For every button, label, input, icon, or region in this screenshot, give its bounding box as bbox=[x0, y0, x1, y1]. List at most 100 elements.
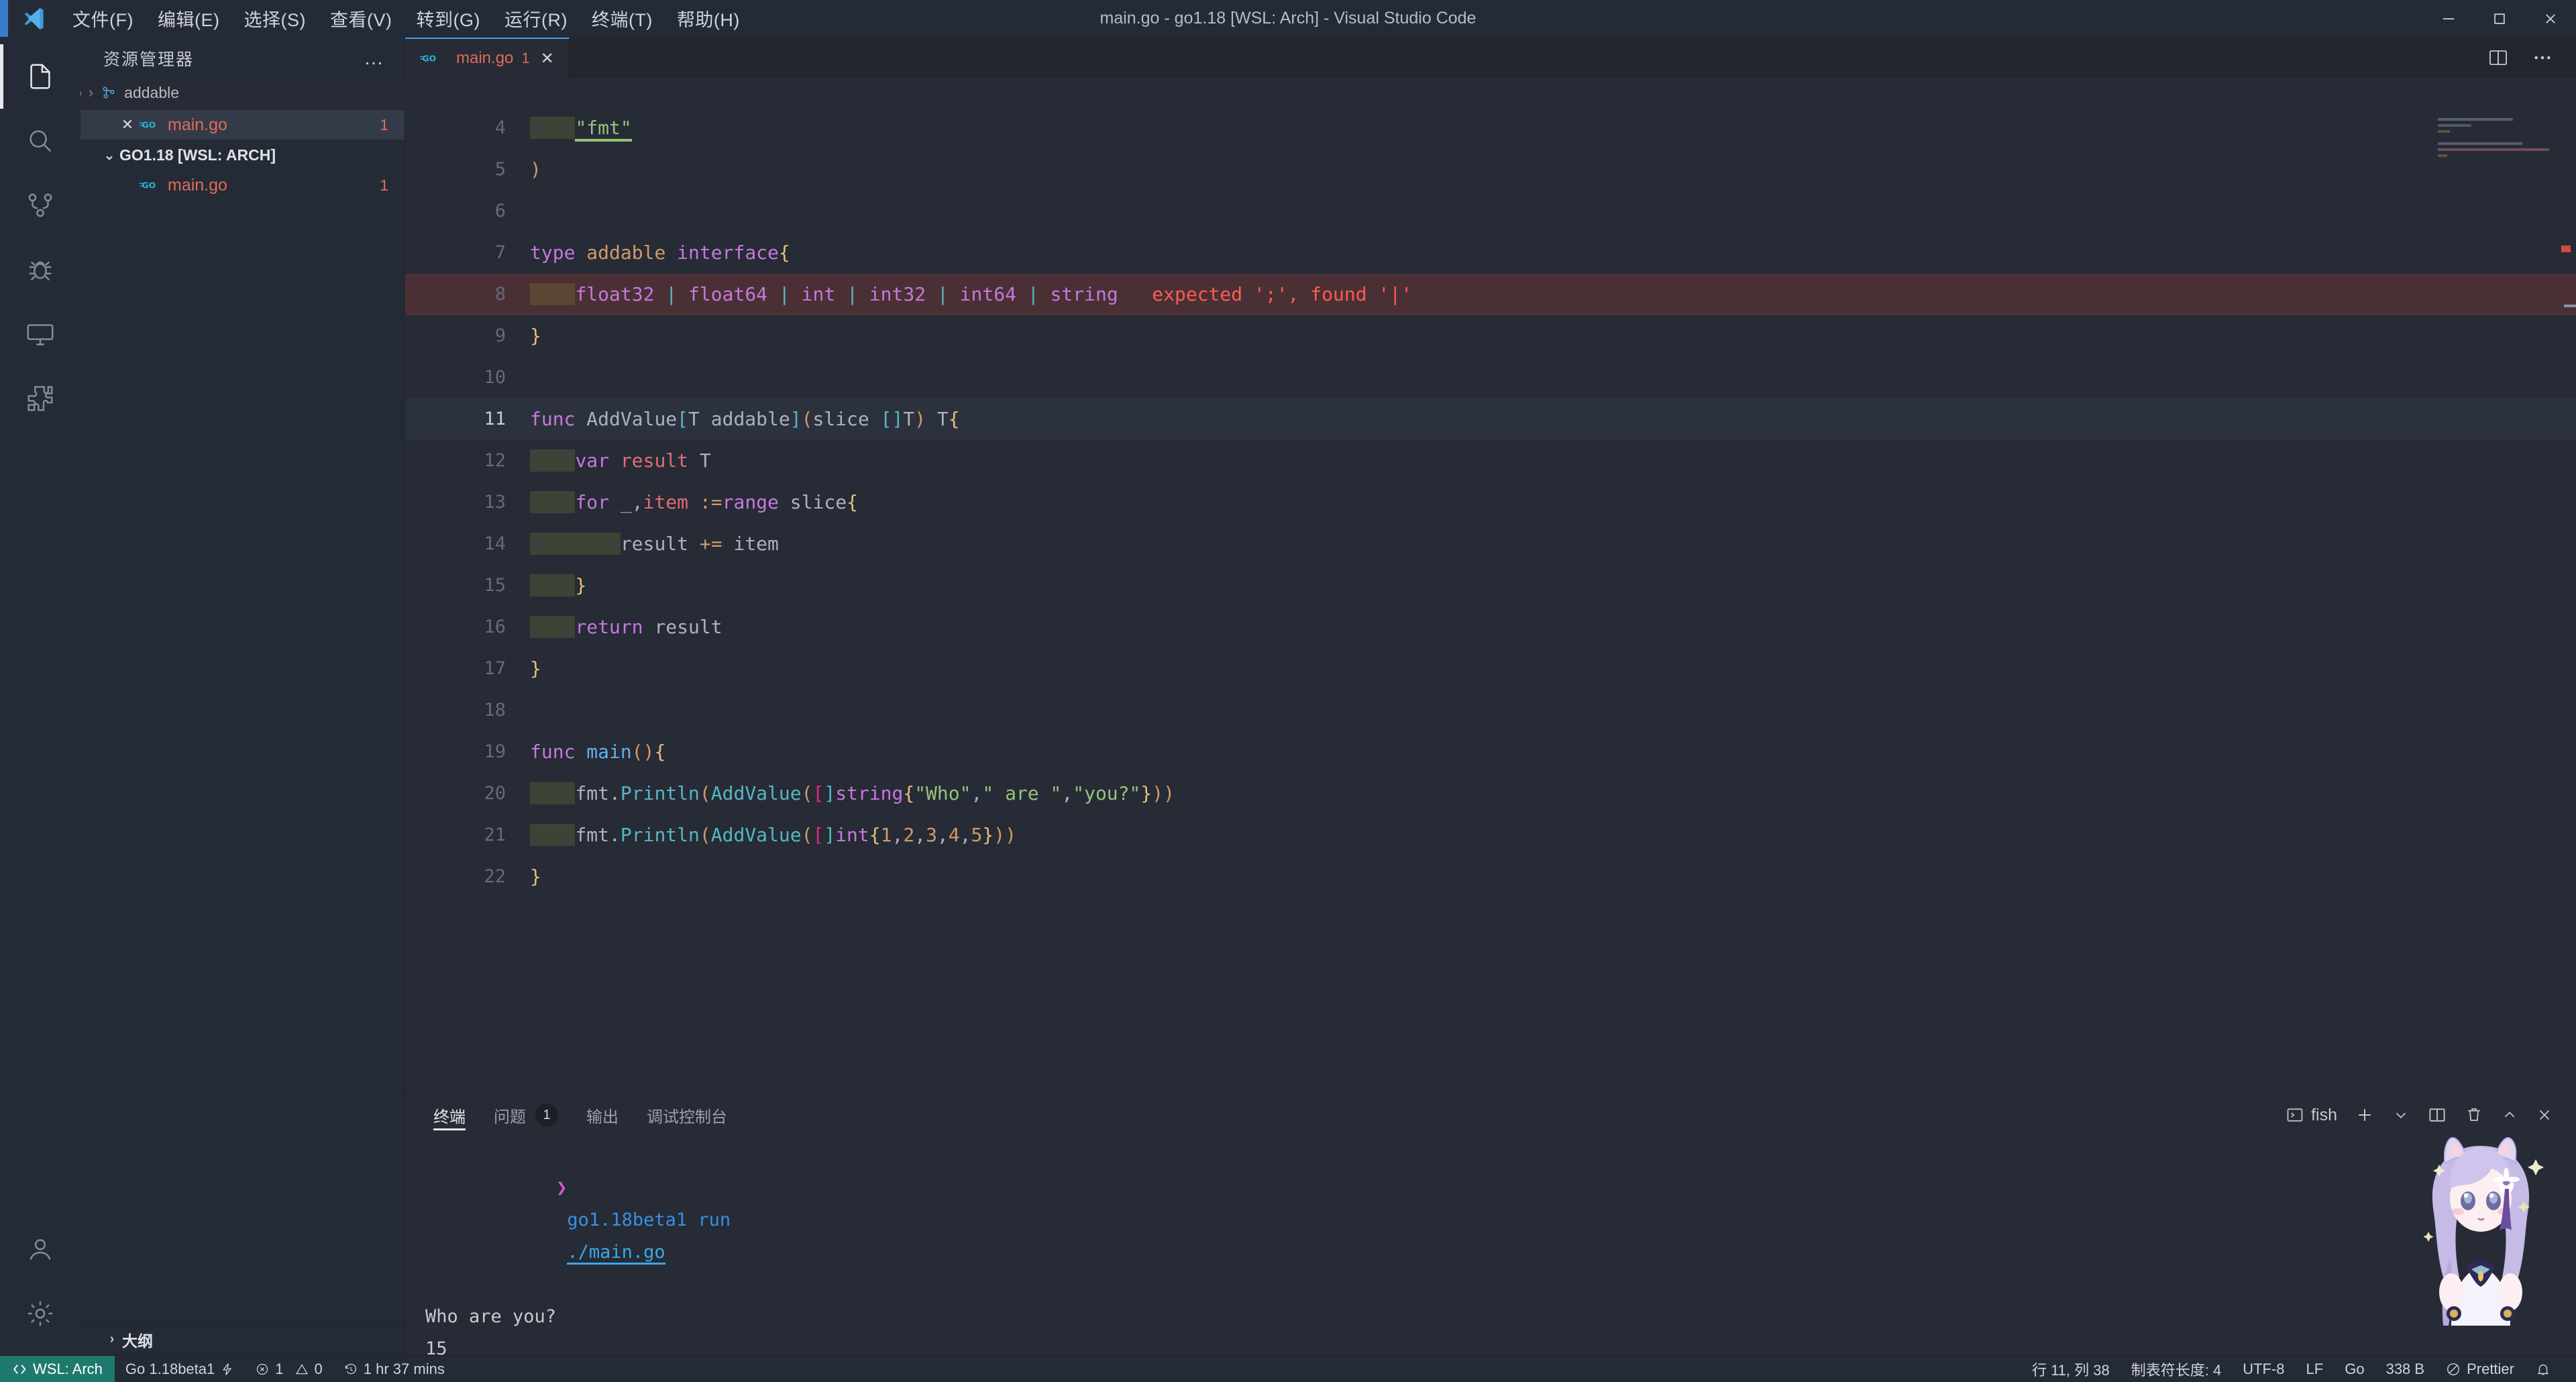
problems-badge: 1 bbox=[535, 1104, 558, 1126]
section-header-outline[interactable]: › 大纲 bbox=[80, 1323, 405, 1355]
terminal-prompt-glyph: ❯ bbox=[556, 1177, 568, 1198]
status-go-version[interactable]: Go 1.18beta1 bbox=[115, 1356, 245, 1382]
line-text: type addable interface{ bbox=[530, 242, 790, 264]
go-file-icon: GO bbox=[140, 118, 160, 131]
more-actions-icon[interactable] bbox=[2532, 47, 2553, 68]
code-line: 15 } bbox=[405, 565, 2576, 606]
minimap[interactable] bbox=[2438, 107, 2559, 1094]
source-control-icon bbox=[25, 190, 56, 221]
kill-terminal-icon[interactable] bbox=[2465, 1106, 2483, 1124]
search-icon bbox=[25, 125, 56, 156]
panel-tab-debug-console[interactable]: 调试控制台 bbox=[635, 1094, 739, 1136]
line-text: fmt.Println(AddValue([]int{1,2,3,4,5})) bbox=[530, 814, 2576, 856]
title-bar: 文件(F) 编辑(E) 选择(S) 查看(V) 转到(G) 运行(R) 终端(T… bbox=[0, 0, 2576, 38]
breadcrumb: GO main.go › addable bbox=[0, 78, 2576, 107]
activity-item-settings[interactable] bbox=[0, 1281, 80, 1346]
tab-main-go[interactable]: GO main.go 1 ✕ bbox=[405, 38, 570, 78]
status-remote-indicator[interactable]: WSL: Arch bbox=[0, 1355, 115, 1382]
line-text: func main(){ bbox=[530, 741, 666, 763]
code-content: 4 "fmt" 5 ) 6 7 type addable interface{… bbox=[405, 107, 2576, 898]
menu-item-terminal[interactable]: 终端(T) bbox=[580, 1, 665, 36]
activity-bar bbox=[0, 38, 80, 1355]
panel-tab-terminal[interactable]: 终端 bbox=[421, 1094, 478, 1136]
activity-item-run-debug[interactable] bbox=[0, 237, 80, 302]
activity-item-explorer[interactable] bbox=[0, 44, 80, 109]
activity-item-search[interactable] bbox=[0, 109, 80, 173]
activity-item-extensions[interactable] bbox=[0, 366, 80, 431]
terminal-profile[interactable]: fish bbox=[2286, 1106, 2337, 1125]
svg-text:GO: GO bbox=[142, 180, 156, 190]
status-problems[interactable]: 1 0 bbox=[245, 1356, 333, 1382]
line-number: 14 bbox=[484, 533, 506, 554]
line-text: } bbox=[530, 565, 2576, 606]
minimize-button[interactable] bbox=[2423, 0, 2474, 38]
code-line: 16 return result bbox=[405, 606, 2576, 648]
split-editor-icon[interactable] bbox=[2487, 47, 2509, 68]
maximize-button[interactable] bbox=[2474, 0, 2525, 38]
tab-label: main.go bbox=[456, 49, 514, 67]
file-row-main-go[interactable]: GO main.go 1 bbox=[80, 170, 405, 200]
line-number: 7 bbox=[494, 242, 506, 263]
split-terminal-icon[interactable] bbox=[2427, 1105, 2447, 1125]
code-line: 7 type addable interface{ bbox=[405, 232, 2576, 274]
status-bar-left: WSL: Arch Go 1.18beta1 1 0 1 hr 37 mins bbox=[0, 1355, 455, 1382]
terminal-command-path[interactable]: ./main.go bbox=[567, 1242, 665, 1265]
close-icon[interactable]: ✕ bbox=[115, 116, 140, 134]
close-panel-icon[interactable] bbox=[2536, 1106, 2553, 1124]
code-line: 4 "fmt" bbox=[405, 107, 2576, 149]
code-line: 18 bbox=[405, 690, 2576, 731]
close-icon[interactable]: ✕ bbox=[541, 49, 554, 68]
monitor-icon bbox=[25, 319, 56, 350]
section-label: GO1.18 [WSL: ARCH] bbox=[119, 146, 276, 164]
code-line: 14 result += item bbox=[405, 523, 2576, 565]
menu-item-select[interactable]: 选择(S) bbox=[231, 1, 318, 36]
menu-item-file[interactable]: 文件(F) bbox=[60, 1, 146, 36]
chevron-down-icon[interactable] bbox=[2392, 1106, 2410, 1124]
code-line: 17 } bbox=[405, 648, 2576, 690]
menu-item-edit[interactable]: 编辑(E) bbox=[146, 1, 232, 36]
activity-item-accounts[interactable] bbox=[0, 1217, 80, 1281]
chevron-right-icon: › bbox=[109, 1332, 115, 1346]
status-warning-count: 0 bbox=[314, 1360, 323, 1377]
line-number: 12 bbox=[484, 450, 506, 471]
vscode-logo-icon bbox=[17, 3, 48, 34]
terminal-output-line: 15 bbox=[425, 1338, 447, 1359]
section-header-folder[interactable]: ⌄ GO1.18 [WSL: ARCH] bbox=[80, 140, 405, 170]
status-go-label: Go 1.18beta1 bbox=[125, 1360, 215, 1377]
editor-tab-bar: GO main.go 1 ✕ bbox=[405, 38, 2576, 78]
menu-item-help[interactable]: 帮助(H) bbox=[665, 1, 752, 36]
gear-icon bbox=[25, 1298, 56, 1329]
code-line-error: 8 float32 | float64 | int | int32 | int6… bbox=[405, 274, 2576, 315]
close-button[interactable] bbox=[2525, 0, 2576, 38]
line-number: 22 bbox=[484, 866, 506, 887]
section-folder: ⌄ GO1.18 [WSL: ARCH] GO main.go 1 bbox=[80, 140, 405, 200]
code-line: 22 } bbox=[405, 856, 2576, 898]
panel-tab-output[interactable]: 输出 bbox=[574, 1094, 631, 1136]
menu-item-view[interactable]: 查看(V) bbox=[318, 1, 405, 36]
menu-item-go[interactable]: 转到(G) bbox=[404, 1, 492, 36]
terminal-icon bbox=[2286, 1106, 2304, 1124]
svg-text:GO: GO bbox=[423, 54, 437, 63]
terminal-output[interactable]: ❯ go1.18beta1 run ./main.go Who are you?… bbox=[405, 1136, 2576, 1382]
tab-problem-badge: 1 bbox=[521, 50, 530, 66]
menu-item-run[interactable]: 运行(R) bbox=[492, 1, 580, 36]
panel-tab-problems[interactable]: 问题 1 bbox=[482, 1094, 570, 1136]
code-editor[interactable]: 4 "fmt" 5 ) 6 7 type addable interface{… bbox=[405, 107, 2576, 1094]
scrollbar-thumb[interactable] bbox=[2564, 305, 2576, 307]
line-text: fmt.Println(AddValue([]string{"Who"," ar… bbox=[530, 773, 2576, 814]
activity-item-source-control[interactable] bbox=[0, 173, 80, 237]
line-text: } bbox=[530, 865, 541, 888]
breadcrumb-separator: › bbox=[88, 84, 94, 101]
breadcrumb-item-symbol[interactable]: addable bbox=[124, 84, 179, 102]
new-terminal-icon[interactable] bbox=[2355, 1105, 2375, 1125]
window-accent-strip bbox=[0, 0, 8, 37]
sidebar-more-actions-icon[interactable]: … bbox=[364, 48, 386, 68]
activity-item-remote-explorer[interactable] bbox=[0, 302, 80, 366]
panel-tab-label: 输出 bbox=[586, 1108, 619, 1126]
maximize-panel-icon[interactable] bbox=[2501, 1106, 2518, 1124]
open-editor-row-main-go[interactable]: ✕ GO main.go 1 bbox=[80, 110, 405, 140]
panel-actions: fish bbox=[2286, 1105, 2576, 1125]
account-icon bbox=[25, 1234, 56, 1265]
line-text: result += item bbox=[530, 523, 2576, 565]
